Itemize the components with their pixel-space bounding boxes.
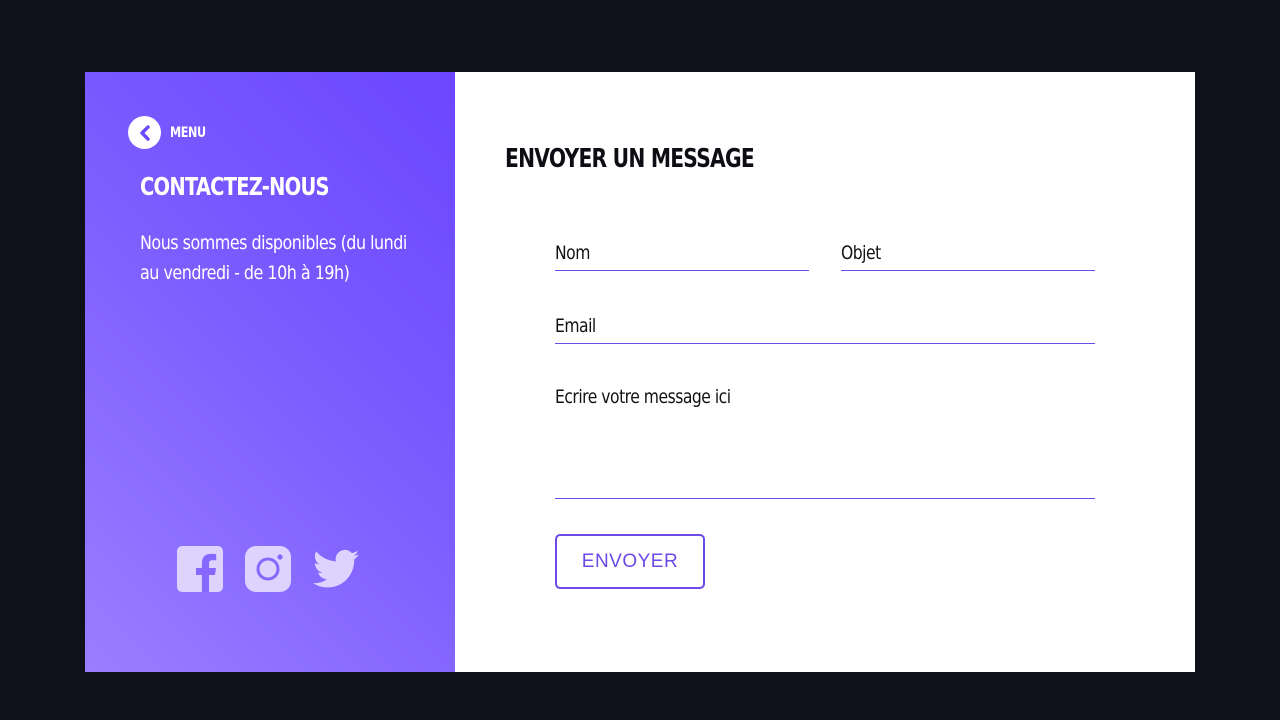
facebook-link[interactable] (177, 546, 223, 592)
objet-field[interactable]: Objet (841, 238, 1095, 271)
social-links (177, 546, 381, 592)
nom-placeholder: Nom (555, 242, 590, 264)
contact-info-panel: MENU CONTACTEZ-NOUS Nous sommes disponib… (85, 72, 455, 672)
email-placeholder: Email (555, 315, 596, 337)
facebook-icon (177, 546, 223, 592)
menu-label[interactable]: MENU (170, 125, 206, 141)
menu-circle[interactable] (128, 116, 161, 149)
twitter-icon (313, 549, 359, 588)
menu-button[interactable]: MENU (128, 116, 215, 149)
twitter-link[interactable] (313, 546, 359, 592)
contact-card: MENU CONTACTEZ-NOUS Nous sommes disponib… (85, 72, 1195, 672)
contact-title: CONTACTEZ-NOUS (140, 172, 330, 201)
chevron-left-icon (139, 124, 150, 141)
email-field[interactable]: Email (555, 311, 1095, 344)
form-title: ENVOYER UN MESSAGE (505, 144, 755, 174)
message-placeholder: Ecrire votre message ici (555, 386, 731, 408)
send-button[interactable]: ENVOYER (555, 534, 705, 589)
message-textarea[interactable]: Ecrire votre message ici (555, 384, 1095, 499)
message-form-panel: ENVOYER UN MESSAGE Nom Objet Email Ecrir… (455, 72, 1195, 672)
instagram-icon (245, 546, 291, 592)
nom-field[interactable]: Nom (555, 238, 809, 271)
instagram-link[interactable] (245, 546, 291, 592)
objet-placeholder: Objet (841, 242, 881, 264)
availability-text: Nous sommes disponibles (du lundi au ven… (140, 232, 407, 284)
